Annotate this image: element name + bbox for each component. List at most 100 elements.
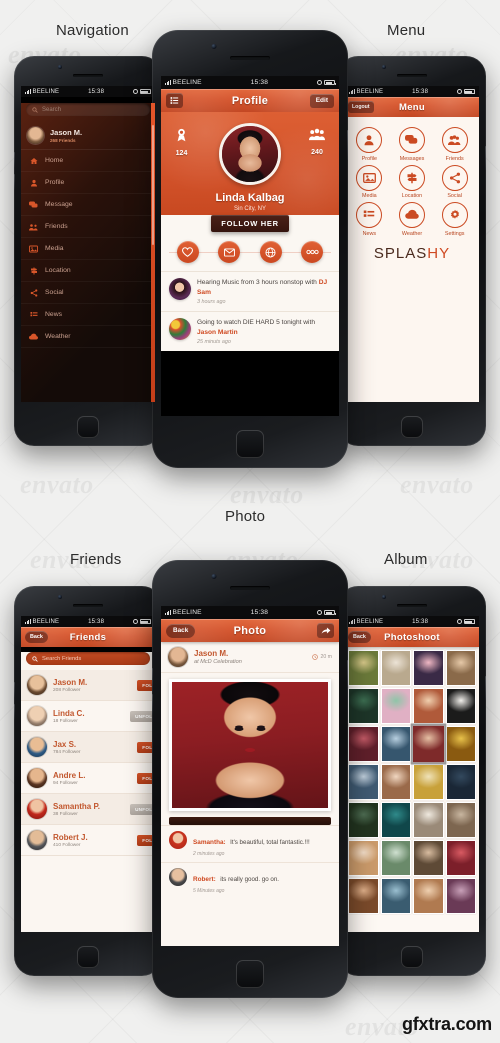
album-thumbnail[interactable] [380,650,411,686]
friend-row[interactable]: Jax S. 784 Follower FOLLOW [21,732,155,763]
profile-screen: BEELINE 15:38 Profile Edit 124 240 Linda… [161,76,339,416]
sidebar-item-friends[interactable]: Friends [21,216,155,238]
album-thumbnail[interactable] [348,687,379,724]
sidebar-item-home[interactable]: Home [21,150,155,172]
friend-row[interactable]: Jason M. 208 Follower FOLLOW [21,670,155,701]
album-thumbnail[interactable] [380,763,411,800]
menu-tile-messages[interactable]: Messages [391,127,434,162]
menu-tile-friends[interactable]: Friends [433,127,476,162]
power-button[interactable] [485,146,486,170]
friend-row[interactable]: Linda C. 18 Follower UNFOLLOW [21,701,155,732]
search-input[interactable]: Search [26,103,150,116]
album-thumbnail[interactable] [413,877,444,914]
volume-down-button[interactable] [14,174,15,190]
menu-tile-weather[interactable]: Weather [391,202,434,237]
menu-tile-profile[interactable]: Profile [348,127,391,162]
album-thumbnail[interactable] [445,725,476,762]
friend-row[interactable]: Andre L. 94 Follower FOLLOW [21,763,155,794]
album-thumbnail[interactable] [413,687,444,724]
sidebar-item-social[interactable]: Social [21,282,155,304]
follow-button[interactable]: FOLLOW HER [211,215,289,232]
album-thumbnail-selected[interactable] [410,723,446,765]
album-thumbnail[interactable] [348,725,379,762]
comment-row[interactable]: Samantha: It's beautiful, total fantasti… [161,825,339,862]
photo-image[interactable] [169,679,331,811]
volume-up-button[interactable] [152,668,153,688]
comment-timestamp: 5 Minutes ago [193,888,225,894]
album-thumbnail[interactable] [380,687,411,724]
feed-item[interactable]: Going to watch DIE HARD 5 tonight with J… [161,311,339,351]
friend-followers: 18 Follower [53,718,78,724]
volume-up-button[interactable] [14,682,15,698]
power-button[interactable] [485,676,486,700]
more-button[interactable] [301,241,324,263]
menu-tile-settings[interactable]: Settings [433,202,476,237]
sidebar-item-label: Social [45,289,64,296]
photo-author-row[interactable]: Jason M. at McD Celebration 20 m [161,642,339,673]
feed-mention[interactable]: Jason Martin [197,329,238,336]
sidebar-item-message[interactable]: Message [21,194,155,216]
search-input[interactable]: Search Friends [26,652,150,665]
comment-row[interactable]: Robert: its really good. go on. 5 Minute… [161,862,339,899]
avatar[interactable] [219,123,281,185]
back-button[interactable]: Back [25,631,48,643]
friend-row[interactable]: Samantha P. 38 Follower UNFOLLOW [21,794,155,825]
album-thumbnail[interactable] [445,763,476,800]
sidebar-item-weather[interactable]: Weather [21,326,155,348]
volume-down-button[interactable] [152,694,153,714]
home-button[interactable] [236,430,264,458]
message-button[interactable] [218,241,241,263]
logout-button[interactable]: Logout [348,101,374,113]
menu-tile-media[interactable]: Media [348,164,391,199]
volume-down-button[interactable] [14,704,15,720]
album-thumbnail[interactable] [413,650,444,686]
like-button[interactable] [176,241,199,263]
album-thumbnail[interactable] [413,801,444,838]
drawer-user-row[interactable]: Jason M. 268 Friends [21,122,155,150]
album-thumbnail[interactable] [348,650,379,686]
menu-tile-social[interactable]: Social [433,164,476,199]
home-button[interactable] [401,946,423,968]
home-button[interactable] [236,960,264,988]
avatar [27,675,47,695]
sidebar-item-media[interactable]: Media [21,238,155,260]
album-thumbnail[interactable] [445,877,476,914]
power-button[interactable] [347,130,348,160]
sidebar-item-profile[interactable]: Profile [21,172,155,194]
album-thumbnail[interactable] [445,801,476,838]
home-button[interactable] [401,416,423,438]
album-thumbnail[interactable] [413,763,444,800]
album-thumbnail[interactable] [413,839,444,876]
album-thumbnail[interactable] [380,877,411,914]
album-thumbnail[interactable] [348,877,379,914]
feed-item[interactable]: Hearing Music from 3 hours nonstop with … [161,271,339,311]
photo-action-bar[interactable] [169,817,331,825]
album-thumbnail[interactable] [380,839,411,876]
volume-up-button[interactable] [14,152,15,168]
album-thumbnail[interactable] [348,839,379,876]
menu-tile-news[interactable]: News [348,202,391,237]
menu-tile-location[interactable]: Location [391,164,434,199]
sidebar-item-location[interactable]: Location [21,260,155,282]
menu-button[interactable] [166,93,183,108]
album-thumbnail[interactable] [445,687,476,724]
album-thumbnail[interactable] [445,650,476,686]
back-button[interactable]: Back [348,631,371,643]
album-thumbnail[interactable] [380,801,411,838]
carrier-label: BEELINE [32,618,60,625]
edit-button[interactable]: Edit [309,93,334,108]
share-button[interactable] [317,623,334,638]
album-thumbnail[interactable] [445,839,476,876]
drawer-scrollbar[interactable] [152,125,154,245]
power-button[interactable] [347,660,348,690]
web-button[interactable] [259,241,282,263]
album-thumbnail[interactable] [380,725,411,762]
sidebar-item-news[interactable]: News [21,304,155,326]
album-thumbnail[interactable] [348,763,379,800]
home-button[interactable] [77,416,99,438]
album-thumbnail[interactable] [348,801,379,838]
back-button[interactable]: Back [166,623,196,638]
home-button[interactable] [77,946,99,968]
people-icon [309,128,325,141]
friend-row[interactable]: Robert J. 410 Follower FOLLOW [21,825,155,856]
